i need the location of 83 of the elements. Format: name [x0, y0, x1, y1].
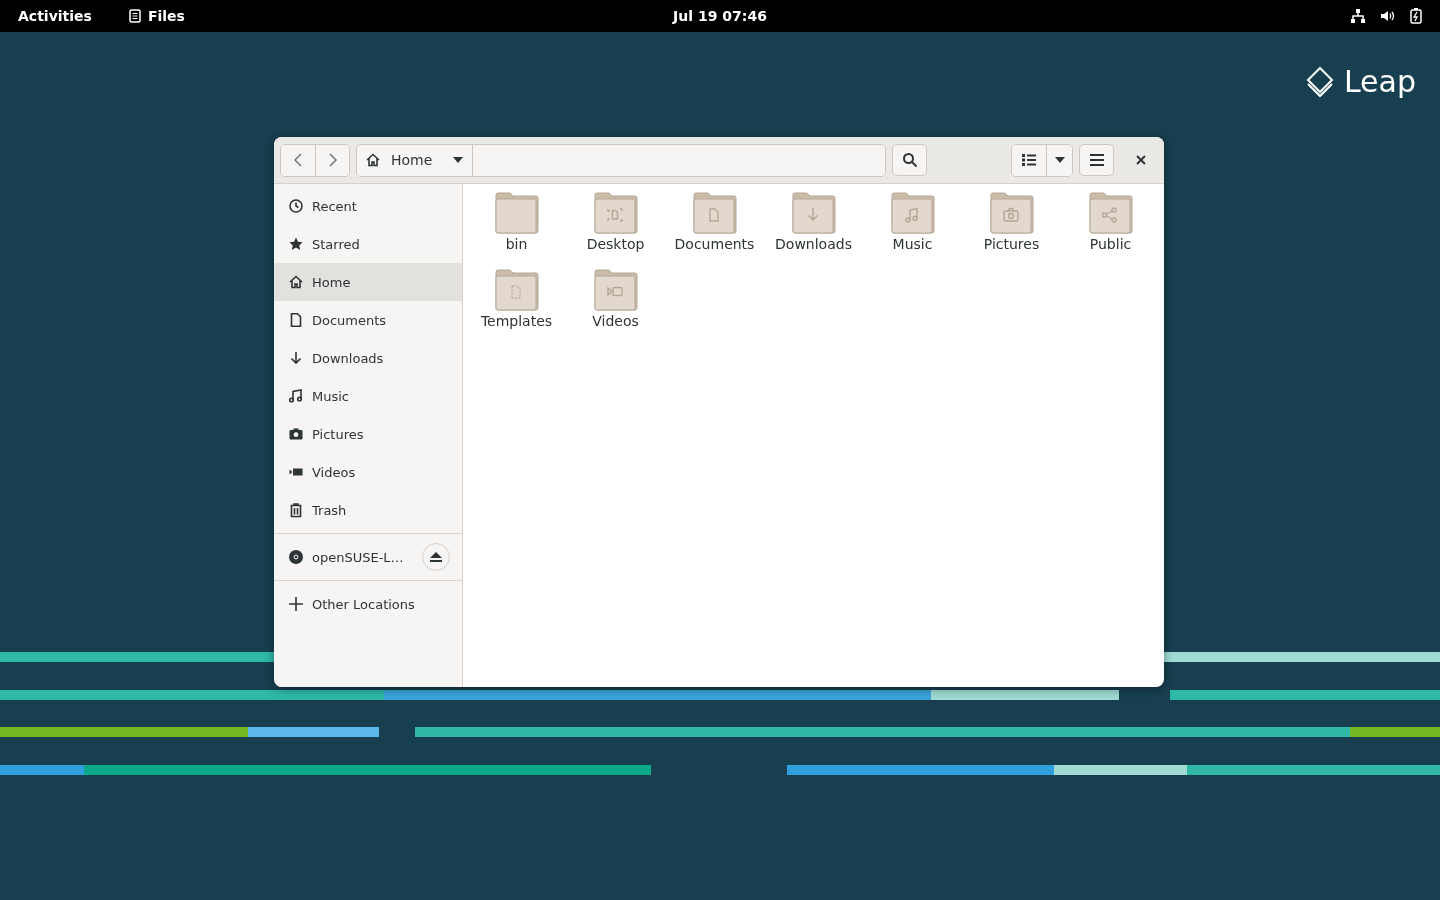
sidebar-item[interactable]: Recent — [274, 187, 462, 225]
sidebar-item[interactable]: Music — [274, 377, 462, 415]
sidebar-label: Music — [312, 388, 349, 404]
sidebar-item[interactable]: Other Locations — [274, 585, 462, 623]
folder-name: Public — [1089, 236, 1132, 252]
folder-item[interactable]: bin — [467, 190, 566, 267]
folder-icon — [593, 190, 638, 234]
sidebar-label: openSUSE-L… — [312, 549, 404, 565]
folder-item[interactable]: Desktop — [566, 190, 665, 267]
sidebar-label: Downloads — [312, 350, 384, 366]
sidebar-label: Documents — [312, 312, 387, 328]
camera-icon — [288, 426, 304, 442]
folder-icon — [791, 190, 836, 234]
plus-icon — [288, 596, 304, 612]
folder-icon — [593, 267, 638, 311]
sidebar-label: Videos — [312, 464, 356, 480]
folder-name: Desktop — [586, 236, 645, 252]
folder-name: Templates — [480, 313, 553, 329]
caret-icon — [452, 156, 464, 164]
download-icon — [288, 350, 304, 366]
sidebar-item[interactable]: Starred — [274, 225, 462, 263]
folder-item[interactable]: Templates — [467, 267, 566, 344]
folder-item[interactable]: Public — [1061, 190, 1160, 267]
sidebar-item[interactable]: Home — [274, 263, 462, 301]
eject-icon — [429, 551, 443, 563]
sidebar-item[interactable]: Trash — [274, 491, 462, 529]
search-icon — [901, 152, 918, 168]
path-button[interactable]: Home — [357, 144, 473, 176]
sidebar-item[interactable]: Pictures — [274, 415, 462, 453]
search-button[interactable] — [892, 144, 927, 176]
folder-name: Pictures — [983, 236, 1040, 252]
close-icon — [1136, 155, 1146, 165]
folder-icon — [494, 267, 539, 311]
network-icon[interactable] — [1350, 8, 1366, 24]
document-icon — [127, 9, 142, 23]
music-icon — [288, 388, 304, 404]
app-menu[interactable]: Files — [127, 8, 185, 24]
folder-item[interactable]: Videos — [566, 267, 665, 344]
folder-item[interactable]: Documents — [665, 190, 764, 267]
battery-icon[interactable] — [1410, 8, 1422, 24]
folder-name: bin — [505, 236, 528, 252]
sidebar-label: Other Locations — [312, 596, 415, 612]
activities-button[interactable]: Activities — [18, 8, 92, 24]
folder-icon — [890, 190, 935, 234]
chevron-left-icon — [293, 152, 303, 168]
sidebar-label: Home — [312, 274, 351, 290]
sidebar-label: Trash — [312, 502, 347, 518]
volume-icon[interactable] — [1380, 8, 1396, 24]
sidebar-item[interactable]: Downloads — [274, 339, 462, 377]
folder-icon — [692, 190, 737, 234]
folder-name: Documents — [674, 236, 755, 252]
trash-icon — [288, 502, 304, 518]
home-icon — [288, 274, 304, 290]
clock[interactable]: Jul 19 07:46 — [673, 8, 767, 24]
chevron-right-icon — [327, 152, 338, 168]
folder-name: Music — [892, 236, 933, 252]
sidebar-item[interactable]: Documents — [274, 301, 462, 339]
folder-name: Downloads — [775, 236, 852, 252]
eject-button[interactable] — [422, 543, 450, 571]
caret-icon — [1053, 156, 1066, 164]
folder-item[interactable]: Music — [863, 190, 962, 267]
sidebar-label: Recent — [312, 198, 357, 214]
star-icon — [288, 236, 304, 252]
logo-text: Leap — [1343, 64, 1416, 99]
folder-icon — [989, 190, 1034, 234]
menu-button[interactable] — [1079, 144, 1114, 176]
list-icon — [1021, 153, 1037, 167]
folder-item[interactable]: Downloads — [764, 190, 863, 267]
disc-icon — [288, 549, 304, 565]
home-icon — [365, 152, 381, 168]
view-options-button[interactable] — [1046, 144, 1072, 176]
document-icon — [288, 312, 304, 328]
clock-icon — [288, 198, 304, 214]
folder-icon — [494, 190, 539, 234]
menu-icon — [1088, 153, 1105, 167]
layered-diamond-icon — [1305, 65, 1334, 98]
sidebar-label: Pictures — [312, 426, 364, 442]
folder-item[interactable]: Pictures — [962, 190, 1061, 267]
folder-icon — [1088, 190, 1133, 234]
sidebar-label: Starred — [312, 236, 360, 252]
sidebar-item[interactable]: Videos — [274, 453, 462, 491]
folder-name: Videos — [592, 313, 639, 329]
sidebar-item[interactable]: openSUSE-L… — [274, 538, 462, 576]
